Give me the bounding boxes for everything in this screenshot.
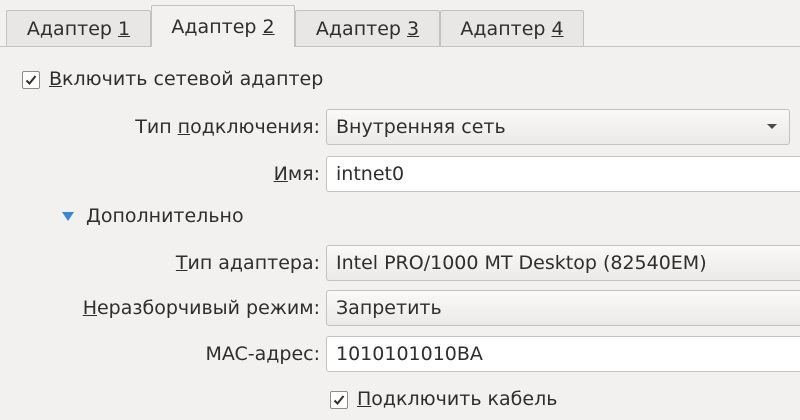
tab-label: Адаптер 4 <box>460 17 564 40</box>
attached-to-label: Тип подключения: <box>135 116 320 138</box>
mac-address-value: 1010101010BA <box>336 343 483 365</box>
tab-label: Адаптер 1 <box>26 17 131 40</box>
enable-adapter-checkbox[interactable] <box>22 71 40 89</box>
mac-address-label: MAC-адрес: <box>205 343 320 365</box>
check-icon <box>333 395 345 405</box>
tab-adapter-4[interactable]: Адаптер 4 <box>440 10 584 46</box>
adapter-type-label: Тип адаптера: <box>175 252 320 274</box>
attached-to-select[interactable]: Внутренняя сеть <box>326 109 790 145</box>
adapter-type-select[interactable]: Intel PRO/1000 MT Desktop (82540EM) <box>326 245 800 281</box>
mac-address-input[interactable]: 1010101010BA <box>326 336 800 372</box>
network-name-value: intnet0 <box>336 163 405 185</box>
adapter-tab-bar: Адаптер 1 Адаптер 2 Адаптер 3 Адаптер 4 <box>0 0 800 48</box>
promiscuous-mode-label: Неразборчивый режим: <box>82 297 320 319</box>
tab-adapter-3[interactable]: Адаптер 3 <box>295 10 440 46</box>
promiscuous-mode-value: Запретить <box>336 297 442 319</box>
network-name-input[interactable]: intnet0 <box>326 156 800 192</box>
tab-label: Адаптер 3 <box>315 17 420 40</box>
cable-connected-checkbox[interactable] <box>330 391 348 409</box>
dropdown-arrow-icon <box>767 124 777 129</box>
check-icon <box>25 75 37 85</box>
name-label: Имя: <box>273 163 320 185</box>
cable-connected-label[interactable]: Подключить кабель <box>357 388 557 410</box>
tab-label: Адаптер 2 <box>171 15 275 38</box>
promiscuous-mode-select[interactable]: Запретить <box>326 290 800 326</box>
enable-adapter-label[interactable]: Включить сетевой адаптер <box>49 68 323 90</box>
adapter-type-value: Intel PRO/1000 MT Desktop (82540EM) <box>336 252 707 274</box>
attached-to-value: Внутренняя сеть <box>336 116 506 138</box>
expander-triangle-icon[interactable] <box>62 212 74 221</box>
tab-bar-divider <box>0 46 800 47</box>
tab-adapter-1[interactable]: Адаптер 1 <box>6 10 151 46</box>
tab-adapter-2[interactable]: Адаптер 2 <box>151 5 295 47</box>
advanced-expander-label[interactable]: Дополнительно <box>86 205 244 227</box>
